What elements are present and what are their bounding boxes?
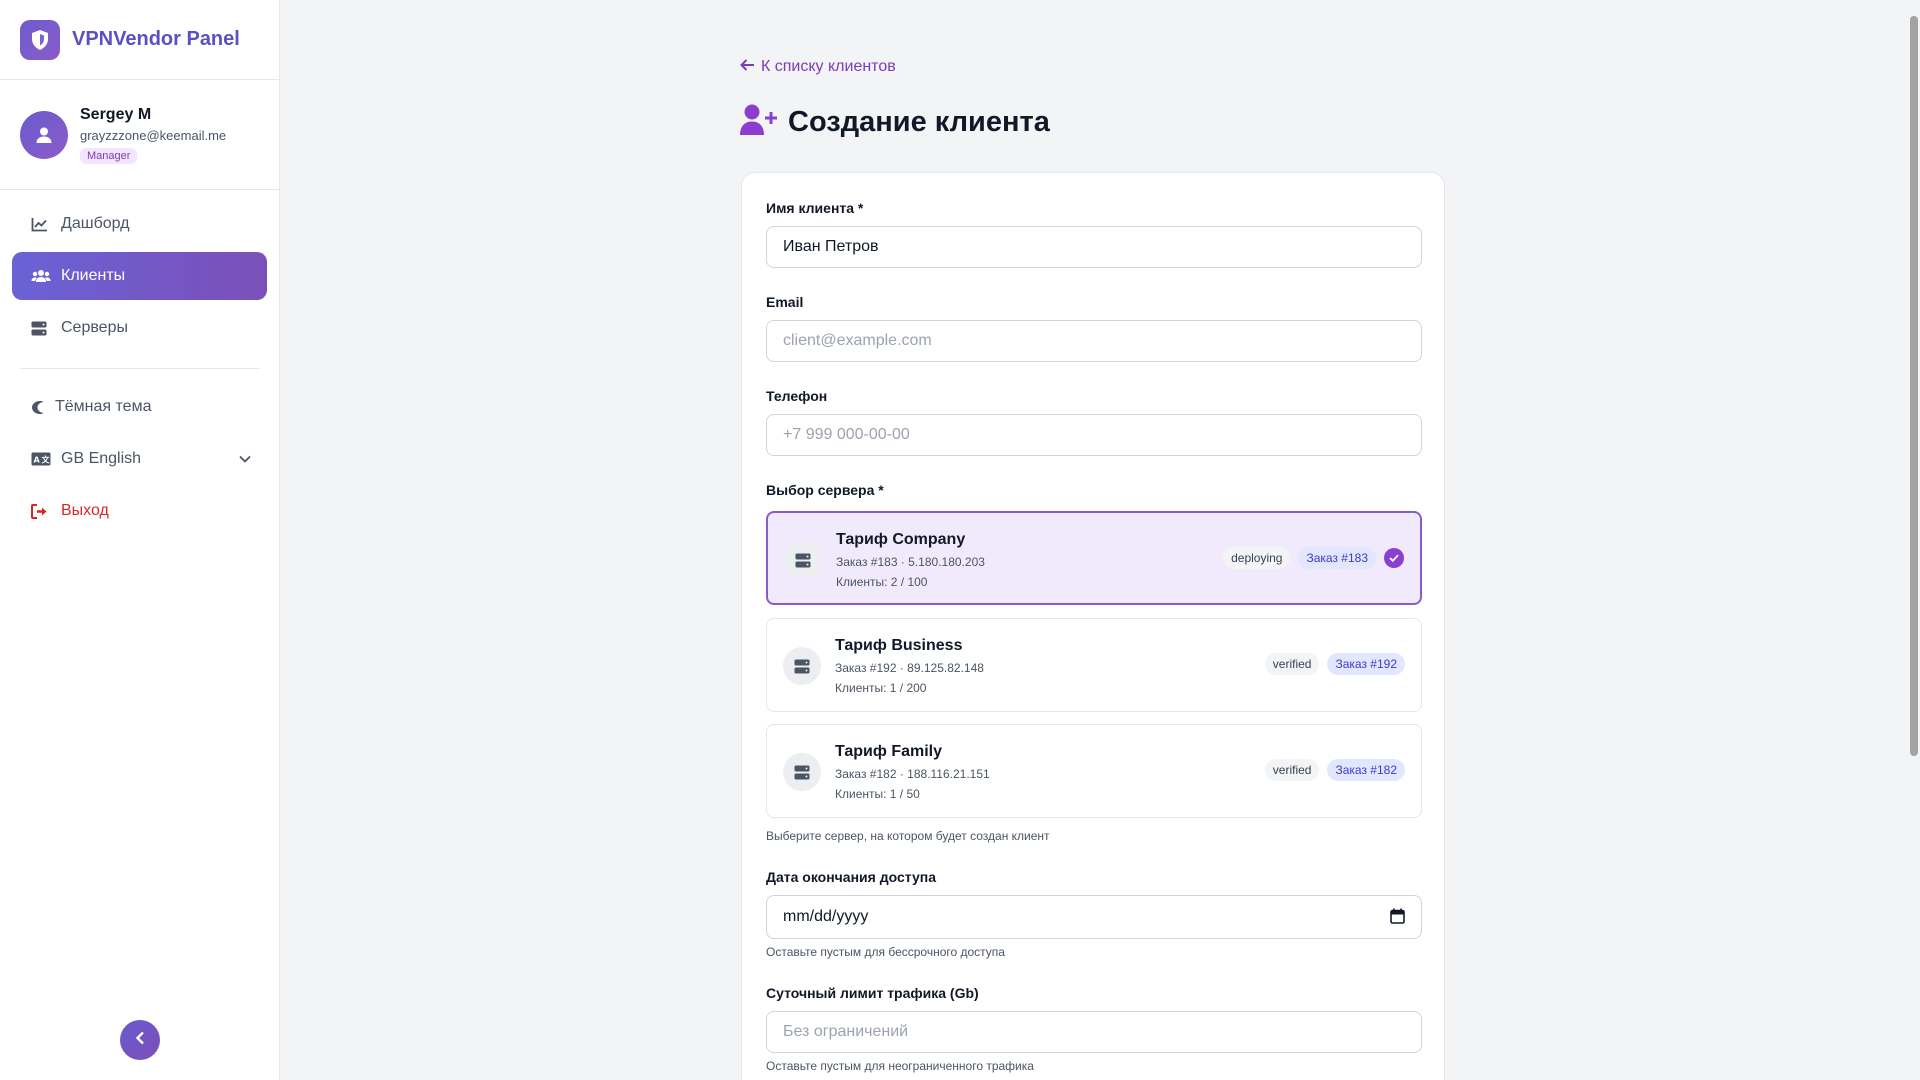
sidebar-item-dashboard[interactable]: Дашборд xyxy=(12,200,267,248)
scrollbar-thumb[interactable] xyxy=(1910,16,1918,756)
page-title: Создание клиента xyxy=(788,106,1050,138)
traffic-limit-placeholder: Без ограничений xyxy=(783,1023,909,1040)
sidebar-item-label: Клиенты xyxy=(61,267,126,284)
expiry-date-hint: Оставьте пустым для бессрочного доступа xyxy=(766,945,1005,959)
client-name-input[interactable]: Иван Петров xyxy=(766,226,1422,268)
email-input[interactable]: client@example.com xyxy=(766,320,1422,362)
logout-button[interactable]: Выход xyxy=(12,487,267,535)
user-plus-icon xyxy=(740,104,778,141)
client-name-label: Имя клиента * xyxy=(766,200,864,216)
phone-label: Телефон xyxy=(766,388,828,404)
chevron-left-icon xyxy=(135,1031,145,1050)
server-option-business[interactable]: Тариф Business Заказ #192 · 89.125.82.14… xyxy=(766,618,1422,712)
user-name: Sergey M xyxy=(80,105,152,123)
chevron-down-icon xyxy=(239,455,251,463)
server-subtitle: Заказ #192 · 89.125.82.148 xyxy=(835,661,984,675)
server-select-label: Выбор сервера * xyxy=(766,482,884,498)
server-hint: Выберите сервер, на котором будет создан… xyxy=(766,829,1050,843)
language-icon: A文 xyxy=(31,452,51,466)
email-placeholder: client@example.com xyxy=(783,332,932,349)
chart-line-icon xyxy=(31,217,51,232)
sidebar-item-servers[interactable]: Серверы xyxy=(12,304,267,352)
svg-text:A: A xyxy=(34,456,41,465)
traffic-limit-input[interactable]: Без ограничений xyxy=(766,1011,1422,1053)
server-title: Тариф Company xyxy=(836,531,966,548)
create-client-form: Имя клиента * Иван Петров Email client@e… xyxy=(741,172,1445,1080)
nav-divider xyxy=(20,368,259,369)
sidebar-item-label: Серверы xyxy=(61,319,128,336)
status-badge: verified xyxy=(1264,653,1320,675)
sidebar-item-clients[interactable]: Клиенты xyxy=(12,252,267,300)
expiry-date-input[interactable]: mm/dd/yyyy xyxy=(766,895,1422,939)
logout-icon xyxy=(31,503,51,519)
status-badge: deploying xyxy=(1223,547,1291,569)
email-label: Email xyxy=(766,294,804,310)
server-icon xyxy=(31,321,51,336)
order-badge: Заказ #183 xyxy=(1298,547,1376,569)
expiry-date-placeholder: mm/dd/yyyy xyxy=(783,908,869,925)
phone-input[interactable]: +7 999 000-00-00 xyxy=(766,414,1422,456)
server-subtitle: Заказ #182 · 188.116.21.151 xyxy=(835,767,990,781)
back-link-label: К списку клиентов xyxy=(761,58,896,75)
logout-label: Выход xyxy=(61,502,109,519)
expiry-date-label: Дата окончания доступа xyxy=(766,869,936,885)
order-badge: Заказ #192 xyxy=(1327,653,1405,675)
role-badge: Manager xyxy=(80,147,138,164)
language-selector[interactable]: A文 GB English xyxy=(12,435,267,483)
sidebar: VPNVendor Panel Sergey M grayzzzone@keem… xyxy=(0,0,280,1080)
server-option-family[interactable]: Тариф Family Заказ #182 · 188.116.21.151… xyxy=(766,724,1422,818)
server-title: Тариф Family xyxy=(835,743,943,760)
server-subtitle: Заказ #183 · 5.180.180.203 xyxy=(836,555,985,569)
calendar-icon[interactable] xyxy=(1390,908,1405,929)
main-content: К списку клиентов Создание клиента Имя к… xyxy=(280,0,1908,1080)
server-title: Тариф Business xyxy=(835,637,963,654)
users-icon xyxy=(31,269,51,283)
sidebar-item-label: Дашборд xyxy=(61,215,130,232)
traffic-limit-label: Суточный лимит трафика (Gb) xyxy=(766,985,979,1001)
server-icon xyxy=(784,541,822,579)
server-clients: Клиенты: 1 / 200 xyxy=(835,681,927,695)
collapse-sidebar-button[interactable] xyxy=(120,1020,160,1060)
server-icon xyxy=(783,647,821,685)
arrow-left-icon xyxy=(740,58,755,76)
page-header: Создание клиента xyxy=(740,104,1050,141)
app-title: VPNVendor Panel xyxy=(72,28,240,50)
check-circle-icon xyxy=(1384,548,1404,568)
user-avatar-icon xyxy=(20,110,68,159)
server-icon xyxy=(783,753,821,791)
svg-text:文: 文 xyxy=(42,455,51,465)
sidebar-nav: Дашборд Клиенты Серверы Тёмная тема A文 G… xyxy=(0,190,279,549)
user-email: grayzzzone@keemail.me xyxy=(80,127,227,143)
traffic-limit-hint: Оставьте пустым для неограниченного траф… xyxy=(766,1059,1034,1073)
language-label: GB English xyxy=(61,450,142,467)
shield-icon xyxy=(20,19,60,60)
theme-toggle-label: Тёмная тема xyxy=(55,398,152,415)
server-option-company[interactable]: Тариф Company Заказ #183 · 5.180.180.203… xyxy=(766,511,1422,605)
phone-placeholder: +7 999 000-00-00 xyxy=(783,426,910,443)
brand: VPNVendor Panel xyxy=(0,0,279,80)
client-name-value: Иван Петров xyxy=(783,238,879,255)
user-profile: Sergey M grayzzzone@keemail.me Manager xyxy=(0,80,279,190)
order-badge: Заказ #182 xyxy=(1327,759,1405,781)
back-to-clients-link[interactable]: К списку клиентов xyxy=(740,58,896,76)
page-scrollbar[interactable] xyxy=(1908,0,1920,1080)
moon-icon xyxy=(31,400,45,415)
theme-toggle[interactable]: Тёмная тема xyxy=(12,383,267,431)
server-clients: Клиенты: 2 / 100 xyxy=(836,575,928,589)
server-clients: Клиенты: 1 / 50 xyxy=(835,787,920,801)
status-badge: verified xyxy=(1264,759,1320,781)
